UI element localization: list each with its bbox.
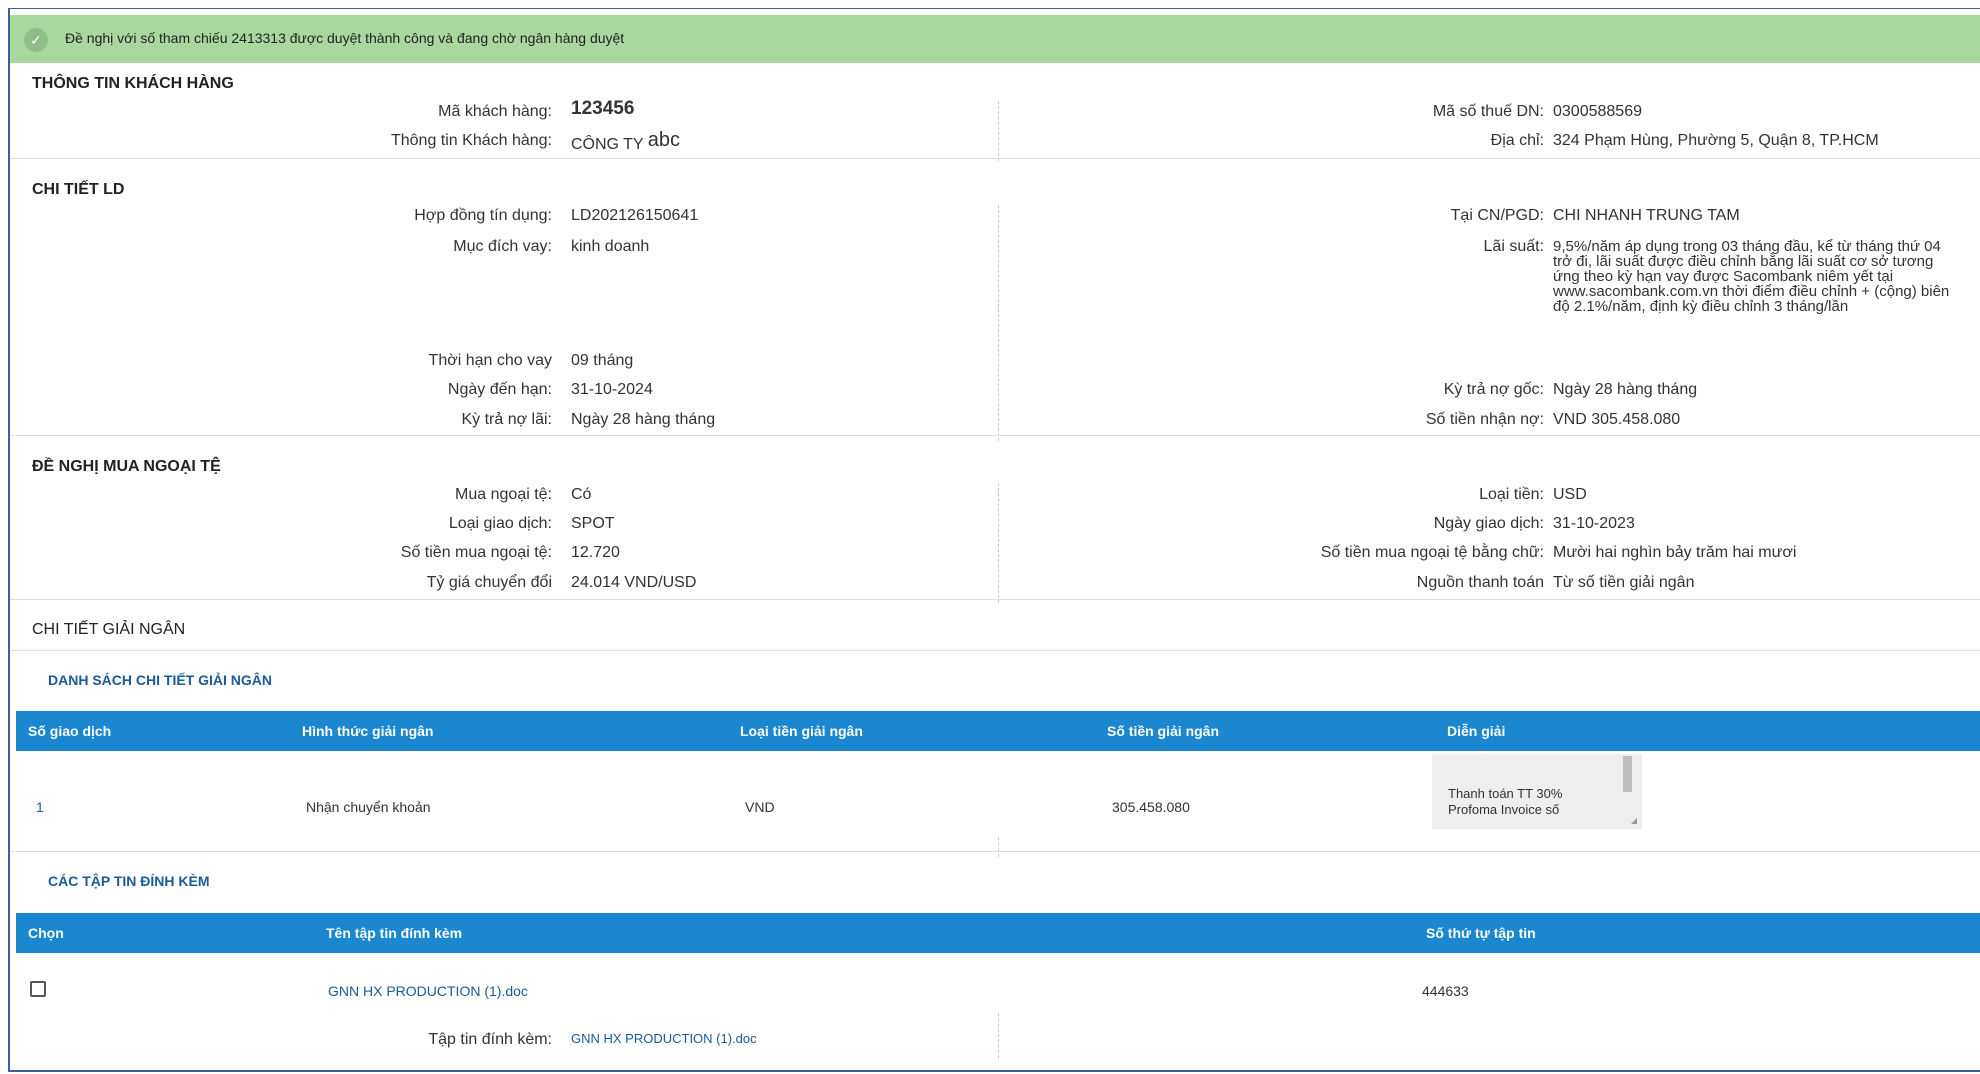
attachments-table-header: Chọn Tên tập tin đính kèm Số thứ tự tập … [16, 913, 1980, 953]
attached-file-link[interactable]: GNN HX PRODUCTION (1).doc [571, 1031, 757, 1046]
disbursement-section-title: CHI TIẾT GIẢI NGÂN [32, 621, 186, 638]
check-circle-icon: ✓ [24, 28, 48, 52]
disbursement-amount: 305.458.080 [1112, 799, 1190, 815]
credit-contract-value: LD202126150641 [571, 207, 699, 224]
credit-contract-label: Hợp đồng tín dụng: [414, 207, 552, 224]
column-header[interactable]: Số thứ tự tập tin [1426, 925, 1536, 941]
fx-amount-words-value: Mười hai nghìn bảy trăm hai mươi [1553, 544, 1797, 561]
transaction-date-value: 31-10-2023 [1553, 515, 1635, 532]
customer-code-label: Mã khách hàng: [438, 103, 552, 120]
tax-code-value: 0300588569 [1553, 103, 1642, 120]
payment-source-label: Nguồn thanh toán [1416, 574, 1544, 591]
section-divider [10, 650, 1980, 651]
notice-message: Đề nghị với số tham chiếu 2413313 được d… [65, 30, 625, 46]
section-divider [10, 435, 1980, 436]
section-divider [10, 851, 1980, 852]
disbursement-method: Nhận chuyển khoản [306, 799, 431, 815]
disbursement-currency: VND [745, 799, 775, 815]
loan-term-label: Thời hạn cho vay [428, 352, 552, 369]
loan-term-value: 09 tháng [571, 352, 634, 369]
buy-fx-value: Có [571, 486, 592, 503]
payment-source-value: Từ số tiền giải ngân [1553, 574, 1695, 591]
description-text: Thanh toán TT 30% Profoma Invoice số [1448, 786, 1563, 817]
column-header[interactable]: Số tiền giải ngân [1107, 723, 1219, 739]
exchange-rate-value: 24.014 VND/USD [571, 574, 697, 591]
attachments-title: CÁC TẬP TIN ĐÍNH KÈM [48, 873, 210, 889]
column-divider [998, 101, 999, 161]
interest-period-label: Kỳ trả nợ lãi: [461, 411, 552, 428]
interest-rate-label: Lãi suất: [1483, 238, 1544, 255]
success-notice: ✓ Đề nghị với số tham chiếu 2413313 được… [10, 15, 1980, 63]
column-divider [998, 483, 999, 603]
column-header[interactable]: Loại tiền giải ngân [740, 723, 863, 739]
currency-label: Loại tiền: [1479, 486, 1544, 503]
attached-file-label: Tập tin đính kèm: [428, 1031, 552, 1048]
exchange-rate-label: Tỷ giá chuyển đổi [426, 574, 552, 591]
transaction-type-label: Loại giao dịch: [448, 515, 552, 532]
due-date-label: Ngày đến hạn: [447, 381, 552, 398]
fx-amount-words-label: Số tiền mua ngoại tệ bằng chữ: [1320, 544, 1544, 561]
section-divider [10, 599, 1980, 600]
fx-amount-value: 12.720 [571, 544, 620, 561]
customer-code-value: 123456 [571, 98, 635, 119]
branch-label: Tại CN/PGD: [1450, 207, 1544, 224]
loan-detail-panel: ✓ Đề nghị với số tham chiếu 2413313 được… [8, 8, 1980, 1072]
loan-section-title: CHI TIẾT LD [32, 181, 125, 198]
debt-amount-label: Số tiền nhận nợ: [1425, 411, 1544, 428]
customer-info-label: Thông tin Khách hàng: [390, 132, 552, 149]
buy-fx-label: Mua ngoại tệ: [455, 486, 552, 503]
section-divider [10, 158, 1980, 159]
resize-grip-icon[interactable]: ◢ [1631, 816, 1637, 825]
due-date-value: 31-10-2024 [571, 381, 653, 398]
address-value: 324 Phạm Hùng, Phường 5, Quận 8, TP.HCM [1553, 132, 1879, 149]
currency-value: USD [1553, 486, 1587, 503]
fx-section-title: ĐỀ NGHỊ MUA NGOẠI TỆ [32, 458, 221, 475]
textarea-scrollbar[interactable] [1623, 756, 1632, 792]
column-header[interactable]: Chọn [28, 925, 64, 941]
transaction-type-value: SPOT [571, 515, 615, 532]
transaction-date-label: Ngày giao dịch: [1433, 515, 1544, 532]
principal-period-value: Ngày 28 hàng tháng [1553, 381, 1698, 398]
column-header[interactable]: Tên tập tin đính kèm [326, 925, 462, 941]
column-divider [998, 205, 999, 441]
description-textarea[interactable]: Thanh toán TT 30% Profoma Invoice số ◢ [1432, 754, 1642, 829]
branch-value: CHI NHANH TRUNG TAM [1553, 207, 1740, 224]
address-label: Địa chỉ: [1490, 132, 1544, 149]
column-header[interactable]: Số giao dịch [28, 723, 111, 739]
disbursement-list-title: DANH SÁCH CHI TIẾT GIẢI NGÂN [48, 672, 272, 688]
attachment-sequence: 444633 [1422, 983, 1469, 999]
column-header[interactable]: Hình thức giải ngân [302, 723, 433, 739]
fx-amount-label: Số tiền mua ngoại tệ: [400, 544, 552, 561]
tax-code-label: Mã số thuế DN: [1432, 103, 1544, 120]
column-header[interactable]: Diễn giải [1447, 723, 1505, 739]
debt-amount-value: VND 305.458.080 [1553, 411, 1681, 428]
interest-period-value: Ngày 28 hàng tháng [571, 411, 716, 428]
principal-period-label: Kỳ trả nợ gốc: [1443, 381, 1544, 398]
loan-purpose-value: kinh doanh [571, 238, 650, 255]
column-divider [998, 1013, 999, 1058]
customer-section-title: THÔNG TIN KHÁCH HÀNG [32, 75, 234, 92]
column-divider [998, 837, 999, 857]
loan-purpose-label: Mục đích vay: [453, 238, 552, 255]
customer-info-value: CÔNG TY abc [571, 129, 681, 153]
attachment-name-link[interactable]: GNN HX PRODUCTION (1).doc [328, 983, 528, 999]
transaction-number: 1 [36, 799, 44, 815]
select-attachment-checkbox[interactable] [30, 981, 46, 997]
disbursement-table-header: Số giao dịch Hình thức giải ngân Loại ti… [16, 711, 1980, 751]
interest-rate-value: 9,5%/năm áp dụng trong 03 tháng đầu, kể … [1553, 238, 1950, 315]
